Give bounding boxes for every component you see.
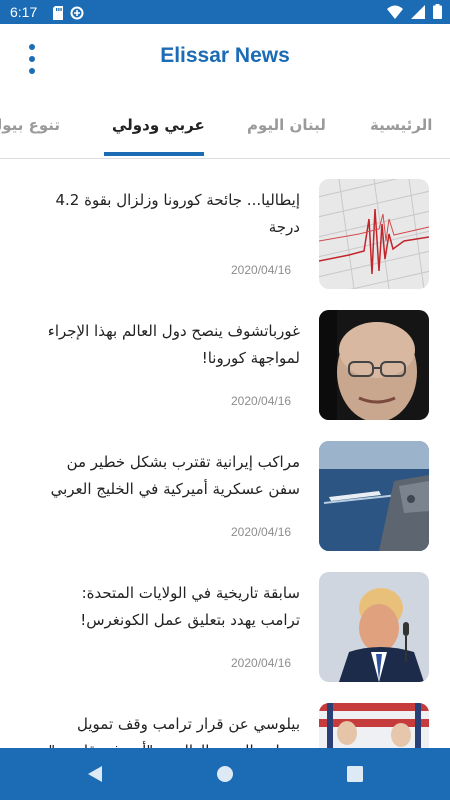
news-item[interactable]: غورباتشوف ينصح دول العالم بهذا الإجراء ل… <box>0 291 450 422</box>
tab-indicator <box>104 152 204 156</box>
home-icon[interactable] <box>213 762 237 786</box>
news-date: 2020/04/16 <box>231 394 292 408</box>
data-saver-icon <box>70 5 84 24</box>
status-bar: 6:17 <box>0 0 450 24</box>
news-item[interactable]: بيلوسي عن قرار ترامب وقف تمويل منظمة الص… <box>0 684 450 748</box>
news-list[interactable]: إيطاليا... جائحة كورونا وزلزال بقوة 4.2 … <box>0 160 450 748</box>
news-thumbnail-trump[interactable] <box>319 572 429 682</box>
news-thumbnail-boats[interactable] <box>319 441 429 551</box>
battery-icon <box>433 4 442 23</box>
news-item[interactable]: إيطاليا... جائحة كورونا وزلزال بقوة 4.2 … <box>0 160 450 291</box>
news-headline[interactable]: بيلوسي عن قرار ترامب وقف تمويل منظمة الص… <box>38 711 300 748</box>
system-nav-bar <box>0 748 450 800</box>
recents-icon[interactable] <box>343 762 367 786</box>
tab-arab-international[interactable]: عربي ودولي <box>112 116 205 134</box>
news-date: 2020/04/16 <box>231 263 292 277</box>
tab-biodiversity[interactable]: تنوع بيولوجي <box>0 116 60 134</box>
news-thumbnail-seismograph[interactable] <box>319 179 429 289</box>
news-headline[interactable]: غورباتشوف ينصح دول العالم بهذا الإجراء ل… <box>38 318 300 372</box>
sd-card-icon <box>52 5 64 24</box>
app-title: Elissar News <box>160 44 290 67</box>
tab-lebanon-today[interactable]: لبنان اليوم <box>247 116 326 134</box>
news-item[interactable]: مراكب إيرانية تقترب بشكل خطير من سفن عسك… <box>0 422 450 553</box>
app-bar: Elissar News <box>0 24 450 96</box>
news-headline[interactable]: إيطاليا... جائحة كورونا وزلزال بقوة 4.2 … <box>38 187 300 241</box>
news-thumbnail-congress[interactable] <box>319 703 429 748</box>
signal-icon <box>411 4 425 23</box>
news-headline[interactable]: مراكب إيرانية تقترب بشكل خطير من سفن عسك… <box>38 449 300 503</box>
news-headline[interactable]: سابقة تاريخية في الولايات المتحدة: ترامب… <box>38 580 300 634</box>
news-date: 2020/04/16 <box>231 656 292 670</box>
tab-home[interactable]: الرئيسية <box>370 116 432 134</box>
news-thumbnail-gorbachev[interactable] <box>319 310 429 420</box>
news-item[interactable]: سابقة تاريخية في الولايات المتحدة: ترامب… <box>0 553 450 684</box>
news-date: 2020/04/16 <box>231 525 292 539</box>
wifi-icon <box>387 4 403 23</box>
status-time: 6:17 <box>10 4 38 20</box>
back-icon[interactable] <box>83 762 107 786</box>
category-tabs: الرئيسية لبنان اليوم عربي ودولي تنوع بيو… <box>0 96 450 159</box>
